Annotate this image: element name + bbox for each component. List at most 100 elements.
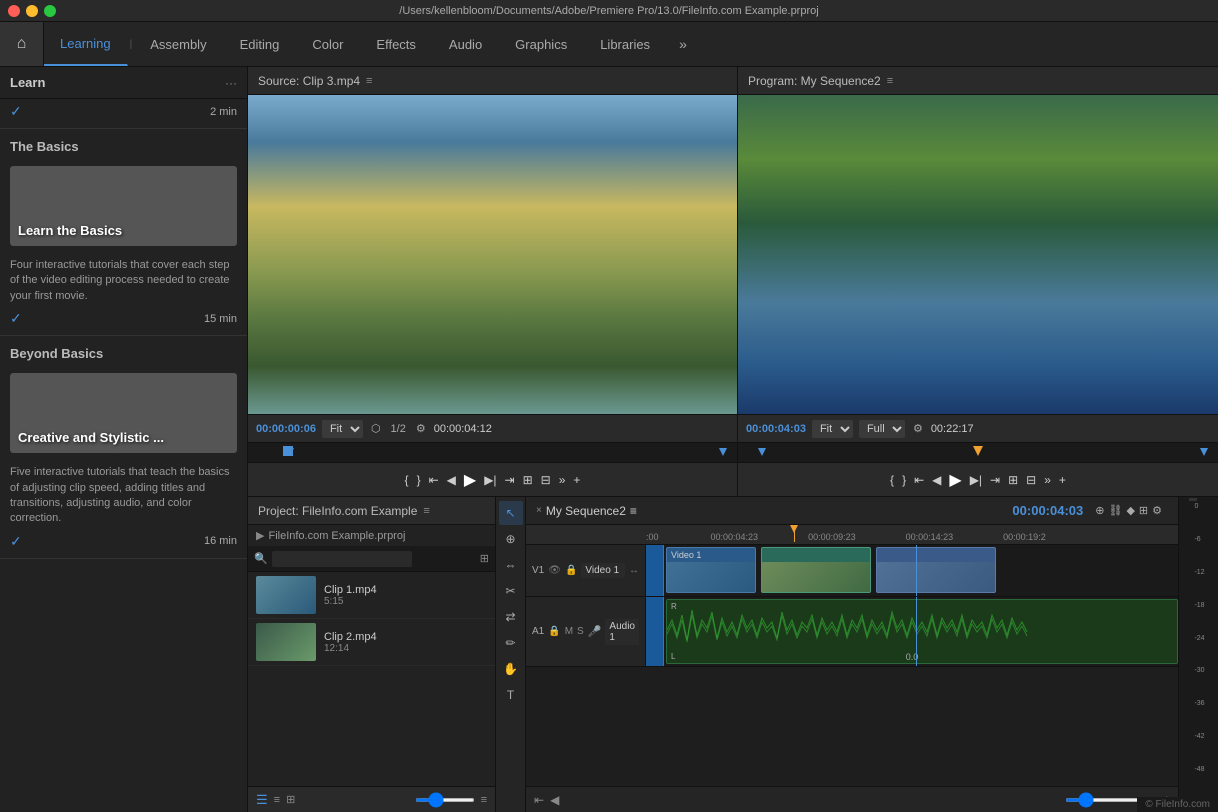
source-timeline-strip[interactable]: [248, 442, 737, 462]
program-mark-out-btn[interactable]: }: [902, 473, 906, 487]
program-step-fwd-btn[interactable]: ▶|: [970, 473, 982, 487]
a1-audio-clip[interactable]: R L: [666, 599, 1178, 664]
v1-sync-icon[interactable]: ↔: [629, 565, 639, 576]
program-play-btn[interactable]: ▶: [949, 470, 961, 490]
timeline-zoom-slider[interactable]: [1065, 798, 1145, 802]
tool-select-btn[interactable]: ↖: [499, 501, 523, 525]
close-button[interactable]: [8, 5, 20, 17]
source-step-back-btn[interactable]: ◀: [447, 473, 456, 487]
project-panel-menu-icon[interactable]: ≡: [423, 505, 429, 517]
lesson-card-basics[interactable]: Learn the Basics: [10, 166, 237, 246]
source-add-btn[interactable]: +: [573, 473, 580, 487]
maximize-button[interactable]: [44, 5, 56, 17]
track-rows: V1 👁 🔒 Video 1 ↔ Video 1: [526, 545, 1178, 786]
home-button[interactable]: ⌂: [0, 22, 44, 66]
project-list-view-icon[interactable]: ≡: [274, 794, 280, 806]
program-insert-btn[interactable]: ⊞: [1008, 473, 1018, 487]
learn-menu-icon[interactable]: ···: [225, 76, 237, 90]
program-mark-in-btn[interactable]: {: [890, 473, 894, 487]
tool-hand-btn[interactable]: ✋: [499, 657, 523, 681]
status-label: © FileInfo.com: [1145, 799, 1210, 810]
seq-menu-icon[interactable]: ≡: [630, 504, 637, 518]
project-list-icon[interactable]: ⊞: [480, 552, 489, 565]
link-tool[interactable]: ⛓: [1108, 504, 1122, 517]
a1-m-label: M: [565, 626, 573, 637]
timeline-bottom-bar: ⇤ ◀ − +: [526, 786, 1178, 812]
tab-color[interactable]: Color: [296, 22, 360, 66]
project-icon-view-icon[interactable]: ⊞: [286, 793, 295, 806]
meter-label-0: 0: [1194, 503, 1204, 510]
program-step-back-btn[interactable]: ◀: [932, 473, 941, 487]
markers-tool[interactable]: ◆: [1126, 504, 1134, 517]
more-tabs-button[interactable]: »: [667, 22, 700, 66]
program-video-area[interactable]: [738, 95, 1218, 414]
tl-clip-v1-1[interactable]: Video 1: [666, 547, 756, 593]
source-go-in-btn[interactable]: ⇤: [429, 473, 439, 487]
a1-lock-icon[interactable]: 🔒: [548, 626, 560, 637]
source-play-btn[interactable]: ▶: [464, 470, 476, 490]
source-insert-btn[interactable]: ⊞: [523, 473, 533, 487]
tab-learning[interactable]: Learning: [44, 22, 128, 66]
tool-slip-btn[interactable]: ⇄: [499, 605, 523, 629]
source-panel-menu-icon[interactable]: ≡: [366, 75, 372, 87]
tool-razor-btn[interactable]: ✂: [499, 579, 523, 603]
source-settings-icon[interactable]: ⚙: [414, 422, 428, 435]
minimize-button[interactable]: [26, 5, 38, 17]
tl-clip-v1-2[interactable]: [761, 547, 871, 593]
program-timeline-strip[interactable]: [738, 442, 1218, 462]
program-fit-select[interactable]: Fit: [812, 420, 853, 438]
tool-type-btn[interactable]: T: [499, 683, 523, 707]
track-a1-content[interactable]: R L 0.0: [646, 597, 1178, 666]
tab-assembly[interactable]: Assembly: [134, 22, 223, 66]
source-go-out-btn[interactable]: ⇥: [505, 473, 515, 487]
program-go-in-btn[interactable]: ⇤: [914, 473, 924, 487]
project-search-input[interactable]: [272, 551, 412, 567]
source-mark-in-btn[interactable]: {: [405, 473, 409, 487]
program-add-btn[interactable]: +: [1059, 473, 1066, 487]
project-new-bin-icon[interactable]: ☰: [256, 792, 268, 808]
clip-item-1[interactable]: Clip 1.mp4 5:15: [248, 572, 495, 619]
tab-editing[interactable]: Editing: [224, 22, 297, 66]
meter-peak-l: [1189, 498, 1197, 501]
v1-lock-icon[interactable]: 🔒: [565, 565, 577, 576]
a1-mic-icon[interactable]: 🎤: [588, 625, 602, 638]
project-menu2-icon[interactable]: ≡: [481, 794, 487, 806]
meter-label-42: -42: [1194, 733, 1204, 740]
program-quality-select[interactable]: Full: [859, 420, 905, 438]
seq-tab-close[interactable]: ×: [536, 505, 542, 516]
program-go-out-btn[interactable]: ⇥: [990, 473, 1000, 487]
source-mark-out-btn[interactable]: }: [417, 473, 421, 487]
add-marker-tool[interactable]: ⊞: [1139, 504, 1148, 517]
sequence-tab[interactable]: × My Sequence2 ≡: [536, 504, 637, 518]
tab-audio[interactable]: Audio: [433, 22, 499, 66]
project-zoom-slider[interactable]: [415, 798, 475, 802]
source-overwrite-btn[interactable]: ⊟: [541, 473, 551, 487]
source-fit-select[interactable]: Fit: [322, 420, 363, 438]
source-extra-btn1[interactable]: »: [559, 473, 566, 487]
settings-tool[interactable]: ⚙: [1152, 504, 1162, 517]
v1-eye-icon[interactable]: 👁: [548, 565, 561, 576]
traffic-lights: [8, 5, 56, 17]
source-extra-icon[interactable]: ⬡: [369, 422, 383, 435]
tool-ripple-btn[interactable]: ⇔: [499, 553, 523, 577]
lesson-card-creative[interactable]: Creative and Stylistic ...: [10, 373, 237, 453]
tab-effects[interactable]: Effects: [360, 22, 433, 66]
tl-clip-v1-3[interactable]: [876, 547, 996, 593]
tool-razor-extra-btn[interactable]: ⊕: [499, 527, 523, 551]
clip-item-2[interactable]: Clip 2.mp4 12:14: [248, 619, 495, 666]
meter-label-24: -24: [1194, 635, 1204, 642]
folder-icon: ▶: [256, 529, 264, 542]
track-v1-content[interactable]: Video 1: [646, 545, 1178, 596]
tool-pen-btn[interactable]: ✏: [499, 631, 523, 655]
program-extra-btn1[interactable]: »: [1044, 473, 1051, 487]
program-panel-menu-icon[interactable]: ≡: [887, 75, 893, 87]
tl-go-start-btn[interactable]: ⇤: [534, 793, 544, 807]
tab-libraries[interactable]: Libraries: [584, 22, 667, 66]
source-video-area[interactable]: [248, 95, 737, 414]
tab-graphics[interactable]: Graphics: [499, 22, 584, 66]
tl-step-back-btn[interactable]: ◀: [550, 793, 559, 807]
source-step-fwd-btn[interactable]: ▶|: [484, 473, 496, 487]
snap-tool[interactable]: ⊕: [1095, 504, 1104, 517]
program-settings-icon[interactable]: ⚙: [911, 422, 925, 435]
program-overwrite-btn[interactable]: ⊟: [1026, 473, 1036, 487]
